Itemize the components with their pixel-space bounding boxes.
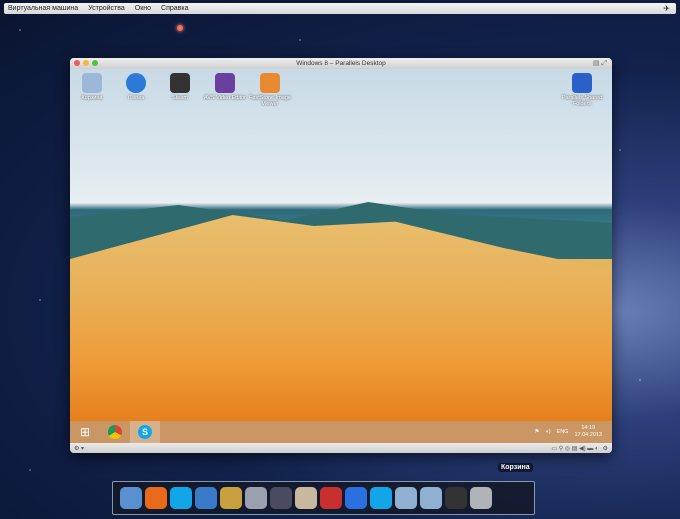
wallpaper-star — [177, 25, 183, 31]
dock-documents-folder-icon[interactable] — [420, 487, 442, 509]
desktop-icon-avs[interactable]: AVS Video Editor — [203, 73, 247, 101]
taskbar-chrome[interactable] — [100, 421, 130, 443]
skype-icon: S — [138, 425, 152, 439]
itunes-icon — [126, 73, 146, 93]
taskbar-skype[interactable]: S — [130, 421, 160, 443]
clock[interactable]: 14:19 17.04.2013 — [574, 425, 602, 439]
parallels-status-bar: ⚙ ▾ ▭ ⚲ ◎ ▤ ◀) ▬ ◐ ⚙ — [70, 443, 612, 453]
dock-skype-parallels-icon[interactable] — [370, 487, 392, 509]
fullscreen-icon[interactable]: ▤ ⤢ — [593, 58, 607, 69]
dock-tooltip: Корзина — [498, 463, 533, 472]
eye-icon — [260, 73, 280, 93]
dock-final-cut-icon[interactable] — [270, 487, 292, 509]
dock-applications-folder-icon[interactable] — [395, 487, 417, 509]
minimize-button[interactable] — [83, 60, 89, 66]
actions-menu-button[interactable]: ⚙ ▾ — [74, 445, 84, 452]
menu-window[interactable]: Окно — [135, 5, 151, 12]
settings-icon[interactable]: ⚙ — [603, 445, 608, 452]
window-title: Windows 8 – Parallels Desktop — [296, 60, 386, 67]
start-button[interactable]: ⊞ — [70, 421, 100, 443]
menu-help[interactable]: Справка — [161, 5, 188, 12]
dock-system-preferences-icon[interactable] — [345, 487, 367, 509]
close-button[interactable] — [74, 60, 80, 66]
dock — [112, 481, 535, 515]
recycle-bin-icon — [82, 73, 102, 93]
windows-logo-icon: ⊞ — [79, 425, 91, 439]
menu-vm[interactable]: Виртуальная машина — [8, 5, 78, 12]
dock-windows-folder-icon[interactable] — [445, 487, 467, 509]
dock-photo-app-icon[interactable] — [295, 487, 317, 509]
computer-icon — [572, 73, 592, 93]
dock-aperture-icon[interactable] — [245, 487, 267, 509]
dock-trash-icon[interactable] — [470, 487, 492, 509]
film-icon — [215, 73, 235, 93]
desktop-icon-shared-folders[interactable]: Parallels Shared Folders — [560, 73, 604, 107]
dock-itunes-icon[interactable] — [195, 487, 217, 509]
dock-cocktail-icon[interactable] — [220, 487, 242, 509]
desktop-icon-steam[interactable]: Steam — [158, 73, 202, 101]
dock-finder-icon[interactable] — [120, 487, 142, 509]
menu-devices[interactable]: Устройства — [88, 5, 125, 12]
devices-icons[interactable]: ▭ ⚲ ◎ ▤ ◀) ▬ ◐ — [551, 445, 598, 452]
desktop-icon-recycle-bin[interactable]: Корзина — [70, 73, 114, 101]
tray-flag-icon[interactable]: ⚑ — [534, 429, 539, 435]
menubar: Виртуальная машина Устройства Окно Справ… — [4, 3, 676, 14]
windows-desktop: Корзина iTunes Steam AVS Video Editor Fa… — [70, 69, 612, 421]
dock-parallels-vm-icon[interactable] — [320, 487, 342, 509]
steam-icon — [170, 73, 190, 93]
tray-language[interactable]: ENG — [557, 429, 569, 435]
dock-firefox-icon[interactable] — [145, 487, 167, 509]
parallels-menu-icon[interactable]: ✈ — [663, 4, 670, 13]
desktop-icon-faststone[interactable]: FastStone Image Viewer — [248, 73, 292, 107]
chrome-icon — [108, 425, 122, 439]
zoom-button[interactable] — [92, 60, 98, 66]
parallels-window: Windows 8 – Parallels Desktop ▤ ⤢ Корзин… — [70, 58, 612, 453]
system-tray: ⚑ ◖) ENG 14:19 17.04.2013 — [534, 425, 612, 439]
window-titlebar[interactable]: Windows 8 – Parallels Desktop ▤ ⤢ — [70, 58, 612, 69]
tray-volume-icon[interactable]: ◖) — [545, 429, 550, 435]
windows-taskbar: ⊞ S ⚑ ◖) ENG 14:19 17.04.2013 — [70, 421, 612, 443]
dock-skype-icon[interactable] — [170, 487, 192, 509]
desktop-icon-itunes[interactable]: iTunes — [114, 73, 158, 101]
